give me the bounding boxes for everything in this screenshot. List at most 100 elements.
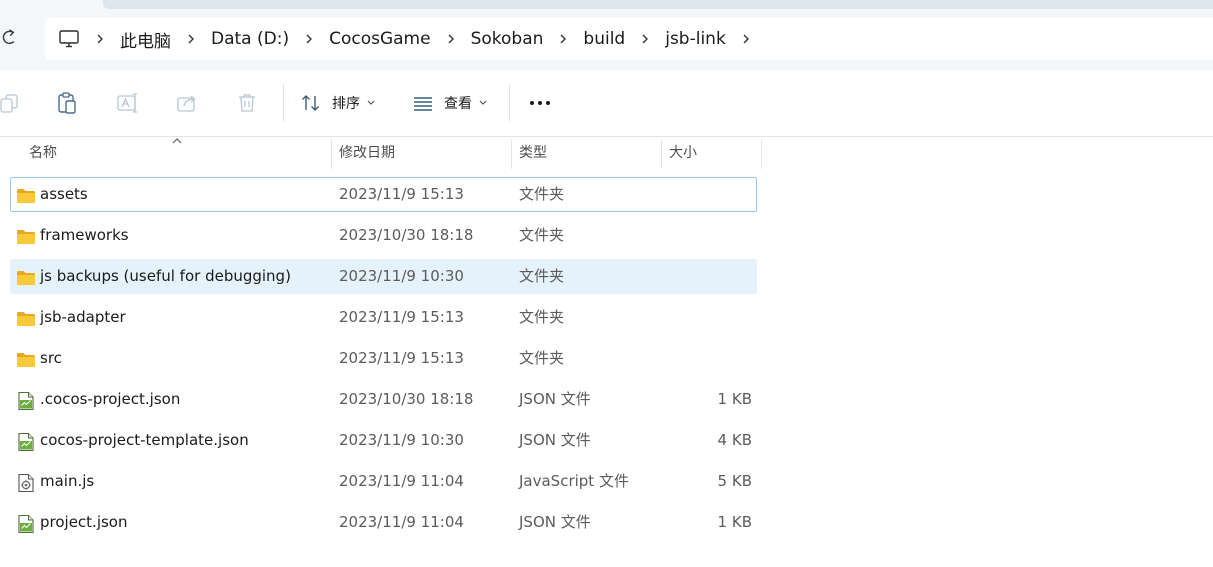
breadcrumb-chevron[interactable] xyxy=(543,18,583,60)
sort-icon xyxy=(302,95,319,111)
view-label: 查看 xyxy=(444,96,472,112)
file-date: 2023/11/9 11:04 xyxy=(339,513,464,531)
file-row[interactable]: cocos-project-template.json 2023/11/9 10… xyxy=(10,423,757,458)
file-name: frameworks xyxy=(40,226,129,244)
column-divider[interactable] xyxy=(761,139,762,169)
breadcrumb-chevron[interactable] xyxy=(431,18,471,60)
breadcrumb-chevron[interactable] xyxy=(625,18,665,60)
breadcrumb-chevron[interactable] xyxy=(726,18,766,60)
file-row[interactable]: main.js 2023/11/9 11:04 JavaScript 文件 5 … xyxy=(10,464,757,499)
file-name: assets xyxy=(40,185,88,203)
breadcrumb-item-build[interactable]: build xyxy=(583,18,625,60)
chevron-right-icon xyxy=(642,34,649,44)
file-type: 文件夹 xyxy=(519,308,565,326)
file-date: 2023/11/9 11:04 xyxy=(339,472,464,490)
json-file-icon xyxy=(18,391,34,411)
breadcrumb-chevron[interactable] xyxy=(80,18,120,60)
file-type: JSON 文件 xyxy=(519,390,591,408)
view-list-icon xyxy=(414,97,432,111)
file-size: 1 KB xyxy=(717,390,752,408)
file-type: JSON 文件 xyxy=(519,431,591,449)
breadcrumb-item-this-pc-icon[interactable] xyxy=(58,18,80,60)
monitor-icon xyxy=(59,30,79,48)
file-size: 1 KB xyxy=(717,513,752,531)
file-type: JSON 文件 xyxy=(519,513,591,531)
refresh-button[interactable] xyxy=(0,26,24,50)
file-name: jsb-adapter xyxy=(40,308,126,326)
breadcrumb-item-cocosgame[interactable]: CocosGame xyxy=(329,18,431,60)
chevron-right-icon xyxy=(448,34,454,44)
column-divider[interactable] xyxy=(511,139,512,169)
file-row[interactable]: frameworks 2023/10/30 18:18 文件夹 xyxy=(10,218,757,253)
column-headers: 名称 修改日期 类型 大小 xyxy=(0,137,1213,169)
chevron-right-icon xyxy=(97,34,103,44)
refresh-icon xyxy=(2,29,15,44)
file-row[interactable]: assets 2023/11/9 15:13 文件夹 xyxy=(10,177,757,212)
file-row[interactable]: project.json 2023/11/9 11:04 JSON 文件 1 K… xyxy=(10,505,757,540)
breadcrumb-item-jsb-link[interactable]: jsb-link xyxy=(665,18,726,60)
paste-button[interactable] xyxy=(56,89,78,117)
sort-label: 排序 xyxy=(332,96,360,112)
file-type: 文件夹 xyxy=(519,267,565,285)
column-divider[interactable] xyxy=(661,139,662,169)
sort-button[interactable]: 排序 xyxy=(300,89,376,117)
folder-icon xyxy=(17,189,35,203)
breadcrumb-item-data-drive[interactable]: Data (D:) xyxy=(211,18,289,60)
folder-icon xyxy=(17,271,35,285)
share-icon xyxy=(177,95,196,112)
file-date: 2023/11/9 10:30 xyxy=(339,431,464,449)
file-date: 2023/11/9 10:30 xyxy=(339,267,464,285)
file-row[interactable]: .cocos-project.json 2023/10/30 18:18 JSO… xyxy=(10,382,757,417)
breadcrumb: 此电脑 Data (D:) CocosGame Sokoban build js… xyxy=(58,18,766,60)
paste-icon xyxy=(58,92,76,114)
rename-button[interactable] xyxy=(116,89,140,117)
breadcrumb-chevron[interactable] xyxy=(289,18,329,60)
chevron-down-icon xyxy=(479,100,487,105)
file-date: 2023/11/9 15:13 xyxy=(339,308,464,326)
file-type: JavaScript 文件 xyxy=(519,472,629,490)
chevron-right-icon xyxy=(560,34,567,44)
share-button[interactable] xyxy=(176,89,200,117)
chevron-down-icon xyxy=(367,100,375,105)
file-name: project.json xyxy=(40,513,128,531)
command-bar: 排序 查看 xyxy=(0,70,1213,137)
delete-icon xyxy=(239,94,255,112)
file-type: 文件夹 xyxy=(519,185,565,203)
toolbar-divider xyxy=(509,84,510,122)
file-list: assets 2023/11/9 15:13 文件夹 frameworks 20… xyxy=(10,177,757,546)
column-header-type[interactable]: 类型 xyxy=(519,137,547,169)
breadcrumb-item-sokoban[interactable]: Sokoban xyxy=(471,18,544,60)
copy-button[interactable] xyxy=(0,89,20,117)
json-file-icon xyxy=(18,432,34,452)
file-size: 4 KB xyxy=(717,431,752,449)
column-header-date[interactable]: 修改日期 xyxy=(339,137,395,169)
toolbar-divider xyxy=(283,84,284,122)
file-name: main.js xyxy=(40,472,95,490)
file-type: 文件夹 xyxy=(519,226,565,244)
folder-icon xyxy=(17,230,35,244)
column-header-name[interactable]: 名称 xyxy=(29,137,57,169)
file-name: js backups (useful for debugging) xyxy=(40,267,291,285)
chevron-right-icon xyxy=(743,34,749,44)
chevron-right-icon xyxy=(306,34,313,44)
title-strip xyxy=(0,0,1213,14)
breadcrumb-chevron[interactable] xyxy=(171,18,211,60)
chevron-right-icon xyxy=(188,34,194,44)
column-header-size[interactable]: 大小 xyxy=(669,137,697,169)
file-row[interactable]: src 2023/11/9 15:13 文件夹 xyxy=(10,341,757,376)
file-row[interactable]: js backups (useful for debugging) 2023/1… xyxy=(10,259,757,294)
address-bar[interactable]: 此电脑 Data (D:) CocosGame Sokoban build js… xyxy=(45,18,1213,60)
file-name: .cocos-project.json xyxy=(40,390,181,408)
breadcrumb-item-this-pc[interactable]: 此电脑 xyxy=(120,18,171,60)
file-name: src xyxy=(40,349,62,367)
rename-icon xyxy=(117,93,137,113)
file-date: 2023/10/30 18:18 xyxy=(339,390,474,408)
delete-button[interactable] xyxy=(236,89,258,117)
more-options-button[interactable] xyxy=(526,89,554,117)
more-icon xyxy=(530,101,550,105)
column-divider[interactable] xyxy=(331,139,332,169)
folder-icon xyxy=(17,353,35,367)
file-row[interactable]: jsb-adapter 2023/11/9 15:13 文件夹 xyxy=(10,300,757,335)
view-button[interactable]: 查看 xyxy=(412,89,488,117)
file-name: cocos-project-template.json xyxy=(40,431,249,449)
